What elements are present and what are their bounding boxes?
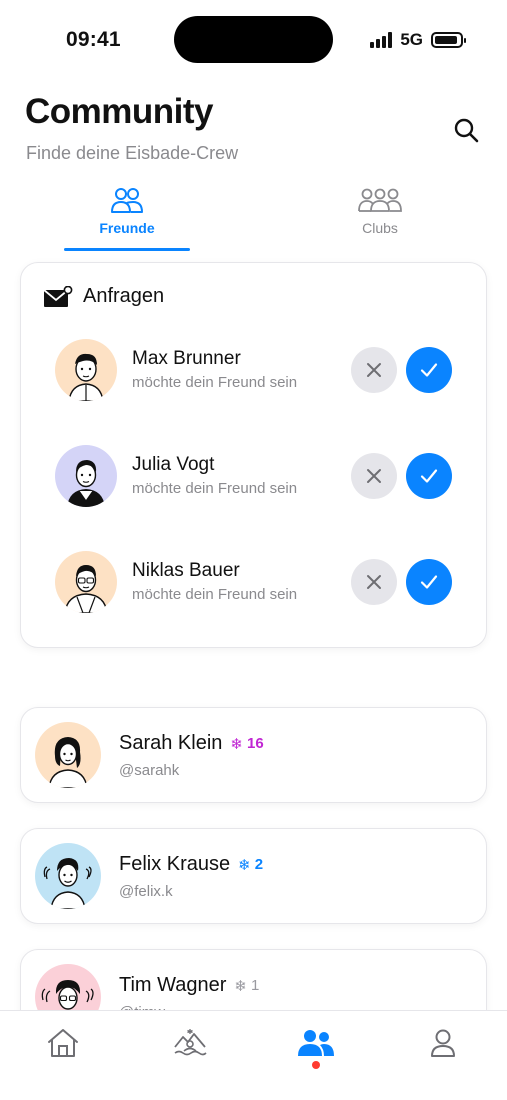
nav-profile[interactable] (423, 1025, 463, 1061)
tab-bar: Freunde Clubs (0, 186, 507, 252)
friend-name: Sarah Klein (119, 732, 223, 754)
status-bar: 09:41 5G (0, 0, 507, 80)
request-message: möchte dein Freund sein (132, 480, 298, 497)
decline-button[interactable] (351, 347, 397, 393)
battery-level (435, 36, 457, 44)
close-icon (367, 363, 381, 377)
streak-count: 16 (246, 735, 264, 752)
friend-name: Felix Krause (119, 853, 231, 875)
community-icon (298, 1030, 334, 1056)
request-message: möchte dein Freund sein (132, 374, 298, 391)
request-row: Max Brunner möchte dein Freund sein (55, 339, 455, 403)
friend-name-line: Felix Krause ❄ 2 (119, 853, 263, 876)
snowflake-icon: ❄ (230, 735, 243, 753)
profile-icon (431, 1029, 455, 1057)
streak-badge: ❄ 1 (234, 977, 259, 995)
request-row: Julia Vogt möchte dein Freund sein (55, 445, 455, 509)
ice-bath-icon (174, 1029, 207, 1056)
notification-dot (312, 1061, 320, 1069)
checkmark-icon (420, 575, 438, 589)
decline-button[interactable] (351, 559, 397, 605)
friends-icon (111, 188, 143, 213)
decline-button[interactable] (351, 453, 397, 499)
friend-name-line: Tim Wagner ❄ 1 (119, 974, 259, 997)
signal-icon (370, 32, 393, 48)
close-icon (367, 469, 381, 483)
streak-badge: ❄ 2 (238, 856, 263, 874)
request-row: Niklas Bauer möchte dein Freund sein (55, 551, 455, 615)
request-name: Max Brunner (132, 348, 241, 369)
mail-icon (43, 285, 73, 307)
friend-handle: @sarahk (119, 762, 180, 779)
status-indicators: 5G (370, 30, 466, 50)
page-subtitle: Finde deine Eisbade-Crew (26, 143, 239, 163)
request-message: möchte dein Freund sein (132, 586, 298, 603)
friend-handle: @felix.k (119, 883, 173, 900)
streak-badge: ❄ 16 (230, 735, 263, 753)
nav-spots[interactable] (170, 1025, 210, 1061)
streak-count: 2 (254, 856, 264, 873)
requests-title: Anfragen (83, 285, 165, 307)
avatar (55, 339, 117, 401)
avatar (55, 551, 117, 613)
friend-card[interactable]: Felix Krause ❄ 2 @felix.k (20, 828, 487, 924)
bottom-nav (0, 1010, 507, 1100)
accept-button[interactable] (406, 453, 452, 499)
status-time: 09:41 (66, 28, 121, 51)
avatar (35, 843, 101, 909)
network-label: 5G (400, 30, 423, 49)
clubs-icon (358, 188, 402, 212)
friend-card[interactable]: Sarah Klein ❄ 16 @sarahk (20, 707, 487, 803)
checkmark-icon (420, 363, 438, 377)
requests-header: Anfragen (43, 285, 164, 308)
checkmark-icon (420, 469, 438, 483)
request-name: Niklas Bauer (132, 560, 240, 581)
search-icon (454, 118, 479, 143)
snowflake-icon: ❄ (234, 977, 247, 995)
avatar (35, 722, 101, 788)
tab-friends[interactable]: Freunde (64, 186, 190, 250)
home-icon (48, 1029, 78, 1057)
active-tab-indicator (64, 248, 190, 251)
friend-requests-card: Anfragen Max Brunner möchte dein Freund … (20, 262, 487, 648)
page-title: Community (25, 92, 214, 131)
streak-count: 1 (251, 977, 260, 994)
friend-name-line: Sarah Klein ❄ 16 (119, 732, 264, 755)
nav-community[interactable] (296, 1025, 336, 1061)
accept-button[interactable] (406, 347, 452, 393)
close-icon (367, 575, 381, 589)
tab-clubs[interactable]: Clubs (317, 186, 443, 250)
nav-home[interactable] (43, 1025, 83, 1061)
tab-friends-label: Freunde (99, 220, 155, 236)
dynamic-island (174, 16, 333, 63)
avatar (55, 445, 117, 507)
request-name: Julia Vogt (132, 454, 215, 475)
accept-button[interactable] (406, 559, 452, 605)
friend-name: Tim Wagner (119, 974, 227, 996)
snowflake-icon: ❄ (238, 856, 251, 874)
search-button[interactable] (448, 112, 484, 148)
tab-clubs-label: Clubs (362, 220, 398, 236)
battery-icon (431, 32, 466, 48)
